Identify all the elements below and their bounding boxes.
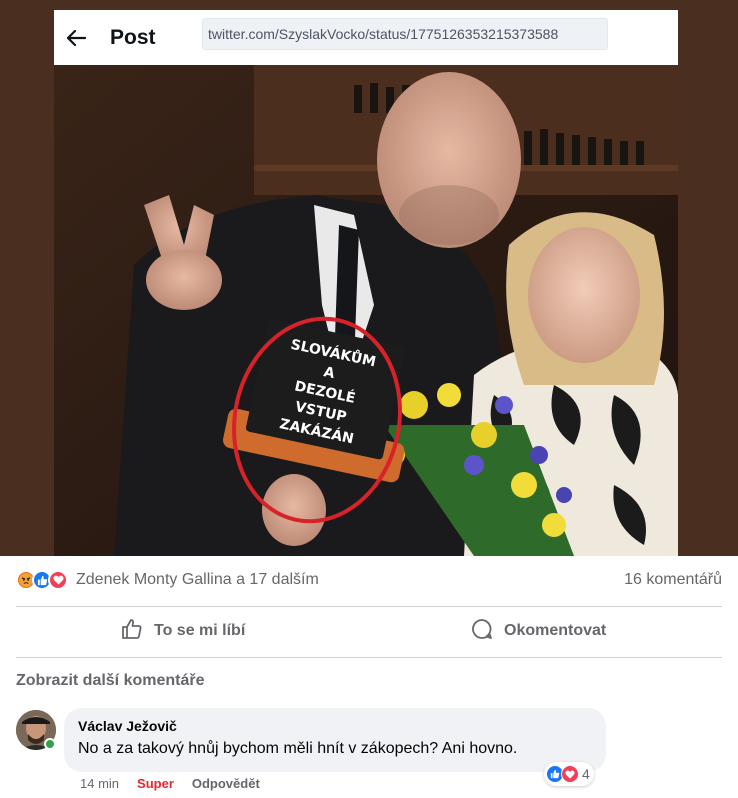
comment-bubble: Václav Ježovič No a za takový hnůj bycho… [64, 708, 606, 772]
thumbs-up-icon [120, 617, 144, 646]
like-label: To se mi líbí [154, 622, 246, 639]
comment-button[interactable]: Okomentovat [372, 606, 722, 656]
like-button[interactable]: To se mi líbí [16, 606, 372, 656]
reaction-names[interactable]: Zdenek Monty Gallina a 17 dalším [76, 571, 319, 589]
photo: SLOVÁKŮM A DEZOLÉ VSTUP ZAKÁZÁN [54, 65, 678, 556]
reply-button[interactable]: Odpovědět [192, 776, 260, 791]
post-actions: To se mi líbí Okomentovat [16, 606, 722, 656]
divider [16, 657, 722, 658]
embedded-post-title: Post [110, 25, 156, 49]
reactions-summary: Zdenek Monty Gallina a 17 dalším 16 kome… [0, 556, 738, 604]
comment-label: Okomentovat [504, 622, 607, 639]
comment-reactions[interactable]: 4 [544, 762, 594, 786]
comment-text: No a za takový hnůj bychom měli hnít v z… [78, 740, 518, 757]
online-status-dot [44, 738, 56, 750]
reaction-icons[interactable] [16, 570, 68, 590]
speech-bubble-icon [470, 617, 494, 646]
love-icon [48, 570, 68, 590]
comment-author[interactable]: Václav Ježovič [78, 718, 592, 734]
comment-time[interactable]: 14 min [80, 776, 119, 791]
embedded-url: twitter.com/SzyslakVocko/status/17751263… [202, 18, 608, 50]
comment-meta: 14 min Super Odpovědět [80, 776, 260, 791]
embedded-screenshot: Post twitter.com/SzyslakVocko/status/177… [54, 10, 678, 556]
back-arrow-icon [56, 18, 96, 58]
comment-react-button[interactable]: Super [137, 776, 174, 791]
comment-count[interactable]: 16 komentářů [624, 571, 722, 589]
show-more-comments-link[interactable]: Zobrazit další komentáře [16, 672, 205, 690]
post-media[interactable]: Post twitter.com/SzyslakVocko/status/177… [0, 0, 738, 556]
comment-reaction-count: 4 [582, 766, 590, 782]
love-icon [561, 765, 579, 783]
